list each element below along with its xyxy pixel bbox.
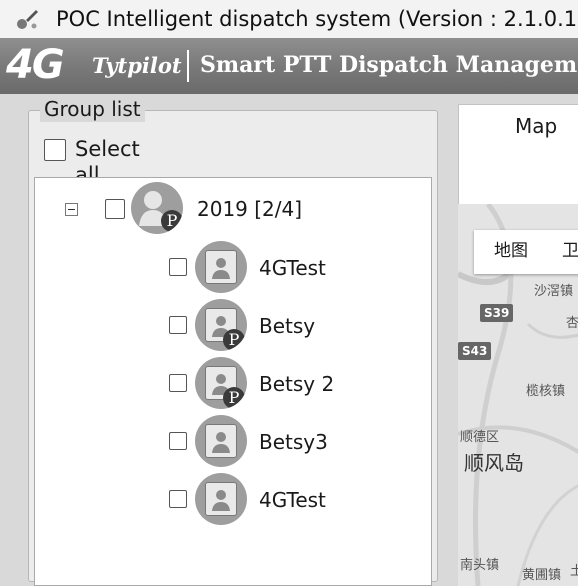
header-banner: 4G Tytpilot Smart PTT Dispatch Managemen… [0,38,578,94]
member-label[interactable]: Betsy3 [259,429,328,455]
map-label: 黄圃镇 [522,568,562,583]
group-list-legend: Group list [40,96,145,122]
tab-map[interactable]: 地图 [494,238,528,264]
map-label: 顺德区 [460,430,500,445]
map-label: 南头镇 [460,558,500,573]
member-row[interactable]: P Betsy 2 [169,357,409,411]
window-title: POC Intelligent dispatch system (Version… [56,7,578,31]
member-avatar: P [195,357,247,409]
group-label[interactable]: 2019 [2/4] [197,196,302,222]
group-checkbox[interactable] [105,199,125,219]
banner-divider [187,50,189,82]
member-avatar [195,241,247,293]
tab-satellite[interactable]: 卫 [562,238,578,264]
member-avatar [195,415,247,467]
map-panel-header: Map [458,104,578,206]
member-row[interactable]: 4GTest [169,241,409,295]
map-title: Map [515,114,558,138]
user-icon [212,258,230,279]
member-checkbox[interactable] [169,258,187,276]
group-tree[interactable]: P 2019 [2/4] 4GTest P Betsy P Betsy 2 Be… [34,177,432,586]
member-status-badge: P [223,329,245,351]
member-checkbox[interactable] [169,490,187,508]
map-label: 杏 [566,316,578,331]
map-label-large: 顺风岛 [464,451,524,475]
member-row[interactable]: 4GTest [169,473,409,527]
banner-subtitle: Smart PTT Dispatch Management Platfo [200,52,578,78]
map-label: 榄核镇 [526,384,566,399]
logo-4g: 4G [6,42,65,88]
member-row[interactable]: Betsy3 [169,415,409,469]
member-label[interactable]: Betsy 2 [259,371,334,397]
app-logo-icon [17,10,38,29]
map-label: 沙滘镇 [534,284,574,299]
member-status-badge: P [223,387,245,409]
map-label: 土 [570,564,578,579]
user-icon [212,432,230,453]
logo-brand: Tytpilot [92,53,182,78]
group-avatar: P [131,182,183,234]
member-checkbox[interactable] [169,374,187,392]
member-checkbox[interactable] [169,316,187,334]
user-icon [212,490,230,511]
member-label[interactable]: Betsy [259,313,315,339]
road-badge: S43 [458,342,492,360]
map-type-tabs[interactable]: 地图 卫 [474,230,578,274]
select-all-checkbox-box[interactable] [44,139,66,161]
title-bar: POC Intelligent dispatch system (Version… [0,0,578,38]
collapse-toggle-icon[interactable] [65,203,78,216]
member-avatar: P [195,299,247,351]
group-row-2019[interactable]: P 2019 [2/4] [105,182,385,236]
map-view[interactable]: 地图 卫 沙滘镇 S39 杏 S43 榄核镇 顺德区 顺风岛 南头镇 黄圃镇 土 [458,204,578,586]
member-label[interactable]: 4GTest [259,255,326,281]
group-status-badge: P [161,210,183,232]
road-badge: S39 [480,304,514,322]
member-label[interactable]: 4GTest [259,487,326,513]
member-avatar [195,473,247,525]
member-checkbox[interactable] [169,432,187,450]
member-row[interactable]: P Betsy [169,299,409,353]
